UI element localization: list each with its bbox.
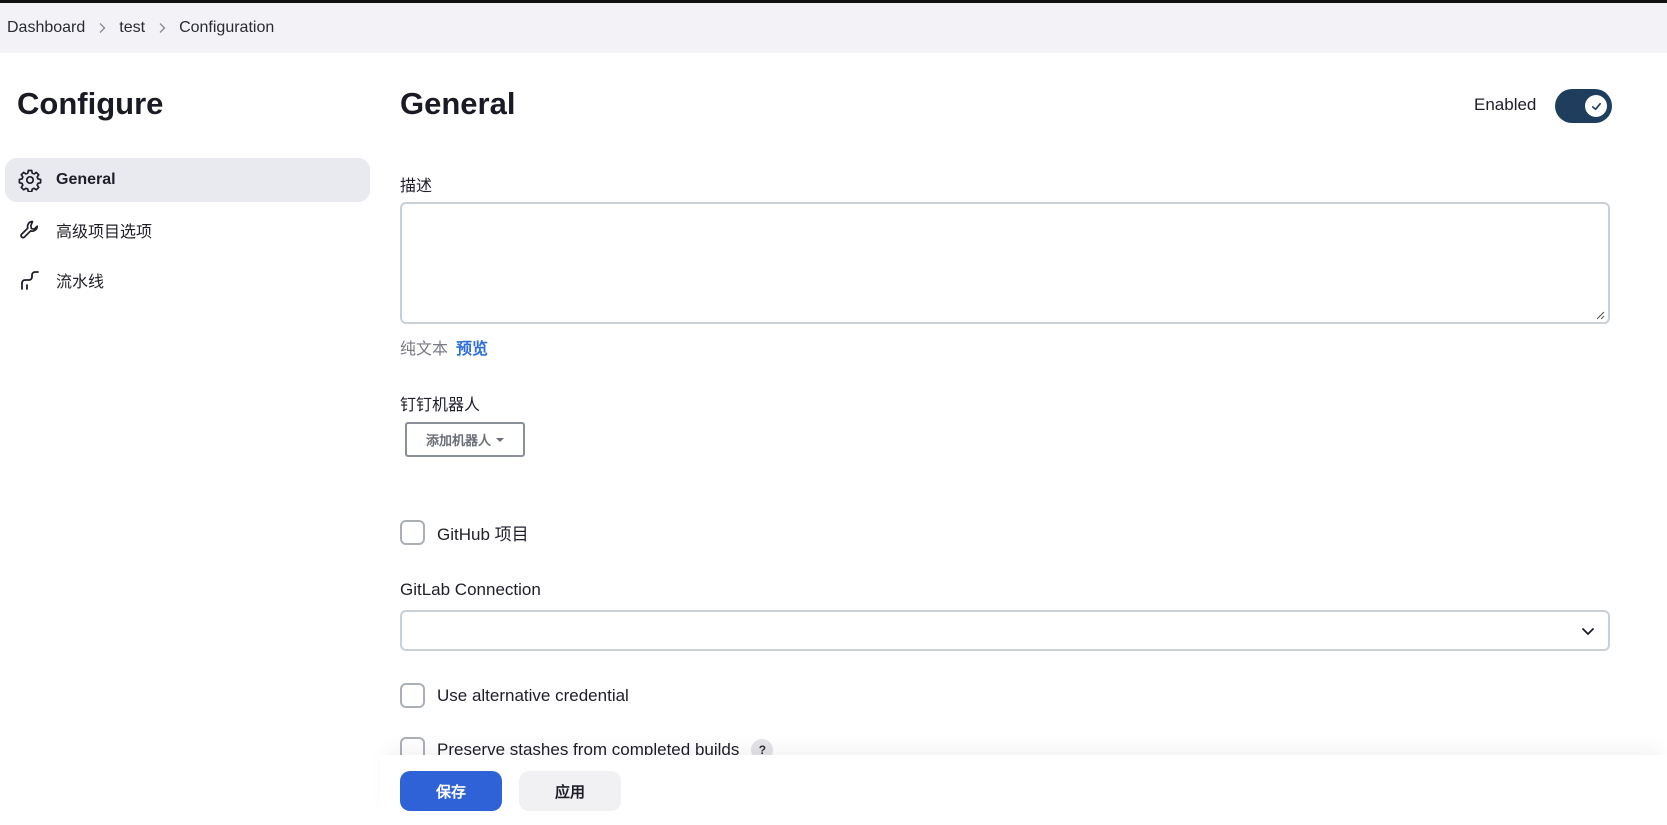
description-textarea[interactable] bbox=[400, 202, 1610, 324]
alt-credential-label: Use alternative credential bbox=[437, 685, 629, 705]
alt-credential-checkbox[interactable] bbox=[400, 683, 425, 708]
sidebar-item-general[interactable]: General bbox=[5, 158, 370, 202]
resize-grip-icon[interactable] bbox=[1595, 310, 1605, 320]
page-title: General bbox=[400, 86, 516, 121]
apply-button[interactable]: 应用 bbox=[519, 771, 621, 811]
breadcrumb: Dashboard test Configuration bbox=[0, 3, 1667, 53]
enabled-label: Enabled bbox=[1474, 95, 1537, 114]
plain-text-label: 纯文本 bbox=[400, 341, 449, 358]
pipeline-icon bbox=[18, 268, 42, 292]
sidebar-title: Configure bbox=[17, 86, 164, 121]
save-button[interactable]: 保存 bbox=[400, 771, 502, 811]
chevron-right-icon bbox=[85, 19, 119, 37]
github-project-checkbox[interactable] bbox=[400, 520, 425, 545]
chevron-right-icon bbox=[145, 19, 179, 37]
sidebar-item-advanced[interactable]: 高级项目选项 bbox=[5, 208, 370, 252]
breadcrumb-configuration[interactable]: Configuration bbox=[179, 19, 274, 37]
sidebar-item-pipeline[interactable]: 流水线 bbox=[5, 258, 370, 302]
gear-icon bbox=[18, 168, 42, 192]
enabled-toggle[interactable] bbox=[1555, 89, 1612, 123]
caret-down-icon bbox=[496, 437, 504, 442]
breadcrumb-test[interactable]: test bbox=[119, 19, 145, 37]
description-label: 描述 bbox=[400, 178, 433, 195]
sidebar-item-label: 高级项目选项 bbox=[56, 224, 153, 241]
breadcrumb-dashboard[interactable]: Dashboard bbox=[7, 19, 85, 37]
gitlab-connection-select[interactable] bbox=[400, 610, 1610, 651]
chevron-down-icon bbox=[1582, 628, 1594, 635]
preview-link[interactable]: 预览 bbox=[456, 335, 488, 359]
add-robot-button[interactable]: 添加机器人 bbox=[405, 422, 525, 457]
add-robot-label: 添加机器人 bbox=[425, 433, 491, 448]
sidebar-item-label: 流水线 bbox=[56, 274, 105, 291]
dingtalk-label: 钉钉机器人 bbox=[400, 397, 481, 414]
alt-credential-row: Use alternative credential bbox=[400, 683, 629, 708]
check-icon bbox=[1585, 95, 1607, 117]
github-project-label: GitHub 项目 bbox=[437, 525, 529, 544]
github-project-row: GitHub 项目 bbox=[400, 520, 529, 545]
gitlab-connection-label: GitLab Connection bbox=[400, 580, 541, 599]
wrench-icon bbox=[18, 218, 42, 242]
sidebar-item-label: General bbox=[56, 171, 116, 188]
